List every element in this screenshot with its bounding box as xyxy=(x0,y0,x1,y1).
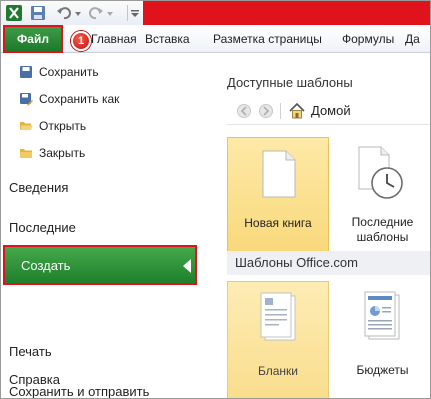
customize-icon[interactable] xyxy=(129,4,141,22)
menu-save-as-label: Сохранить как xyxy=(39,92,120,106)
menu-close-label: Закрыть xyxy=(39,146,86,160)
office-templates-section: Шаблоны Office.com xyxy=(227,251,430,275)
excel-backstage-window: Главная Вставка Разметка страницы Формул… xyxy=(0,0,431,399)
menu-save-as[interactable]: Сохранить как xyxy=(19,90,119,108)
tile-new-workbook-label: Новая книга xyxy=(244,216,312,230)
arrow-right-icon xyxy=(263,106,270,116)
menu-save-label: Сохранить xyxy=(39,65,99,79)
tile-new-workbook[interactable]: Новая книга xyxy=(227,137,329,257)
tile-recent-templates-label-line2: шаблоны xyxy=(356,230,409,244)
menu-create[interactable]: Создать xyxy=(3,245,197,285)
save-icon xyxy=(20,66,32,78)
redo-dropdown-icon[interactable] xyxy=(105,4,115,22)
tab-home[interactable]: Главная xyxy=(91,32,137,46)
excel-logo-icon[interactable] xyxy=(5,4,23,22)
redo-icon[interactable] xyxy=(87,4,105,22)
blank-document-icon xyxy=(262,150,296,198)
quick-access-toolbar xyxy=(1,1,430,25)
step-badge-1: 1 xyxy=(71,31,91,51)
menu-info[interactable]: Сведения xyxy=(9,180,68,195)
undo-icon[interactable] xyxy=(55,4,73,22)
open-folder-icon xyxy=(20,122,33,130)
ribbon-tabs: Главная Вставка Разметка страницы Формул… xyxy=(1,25,430,53)
undo-dropdown-icon[interactable] xyxy=(73,4,83,22)
tile-forms-label: Бланки xyxy=(258,364,298,378)
home-icon[interactable] xyxy=(288,102,306,120)
toolbar-separator xyxy=(127,5,128,21)
tab-file[interactable]: Файл xyxy=(3,25,63,53)
templates-pane: Доступные шаблоны Домой Новая книга Посл… xyxy=(199,53,430,398)
save-icon[interactable] xyxy=(29,4,47,22)
menu-close[interactable]: Закрыть xyxy=(19,144,85,162)
close-folder-icon xyxy=(20,149,32,158)
menu-help[interactable]: Справка xyxy=(9,372,60,387)
menu-recent[interactable]: Последние xyxy=(9,220,76,235)
templates-nav-bar: Домой xyxy=(227,99,430,125)
back-button[interactable] xyxy=(237,104,251,118)
tile-recent-templates[interactable]: Последние шаблоны xyxy=(333,137,430,257)
menu-open[interactable]: Открыть xyxy=(19,117,86,135)
home-link[interactable]: Домой xyxy=(311,103,351,118)
tile-budgets[interactable]: Бюджеты xyxy=(333,281,430,398)
menu-save[interactable]: Сохранить xyxy=(19,63,99,81)
tile-recent-templates-label-line1: Последние xyxy=(351,215,414,229)
title-bar-highlight xyxy=(143,1,430,25)
tab-formulas[interactable]: Формулы xyxy=(342,32,394,46)
selected-pointer-icon xyxy=(183,259,191,273)
menu-print[interactable]: Печать xyxy=(9,344,52,359)
tab-page-layout[interactable]: Разметка страницы xyxy=(213,32,322,46)
backstage-menu: Сохранить Сохранить как Открыть Закрыть xyxy=(1,53,199,398)
menu-open-label: Открыть xyxy=(39,119,87,133)
tile-budgets-label: Бюджеты xyxy=(356,363,409,377)
tab-data[interactable]: Да xyxy=(405,32,420,46)
forward-button[interactable] xyxy=(259,104,273,118)
office-templates-title: Шаблоны Office.com xyxy=(235,255,358,270)
menu-create-label: Создать xyxy=(21,257,71,273)
clock-icon xyxy=(358,146,403,199)
available-templates-title: Доступные шаблоны xyxy=(227,75,353,90)
budget-icon xyxy=(364,291,400,340)
tile-forms[interactable]: Бланки xyxy=(227,281,329,398)
save-as-icon xyxy=(20,93,33,106)
arrow-left-icon xyxy=(240,106,247,116)
forms-icon xyxy=(260,292,296,341)
tab-insert[interactable]: Вставка xyxy=(145,32,190,46)
nav-separator xyxy=(280,103,281,119)
